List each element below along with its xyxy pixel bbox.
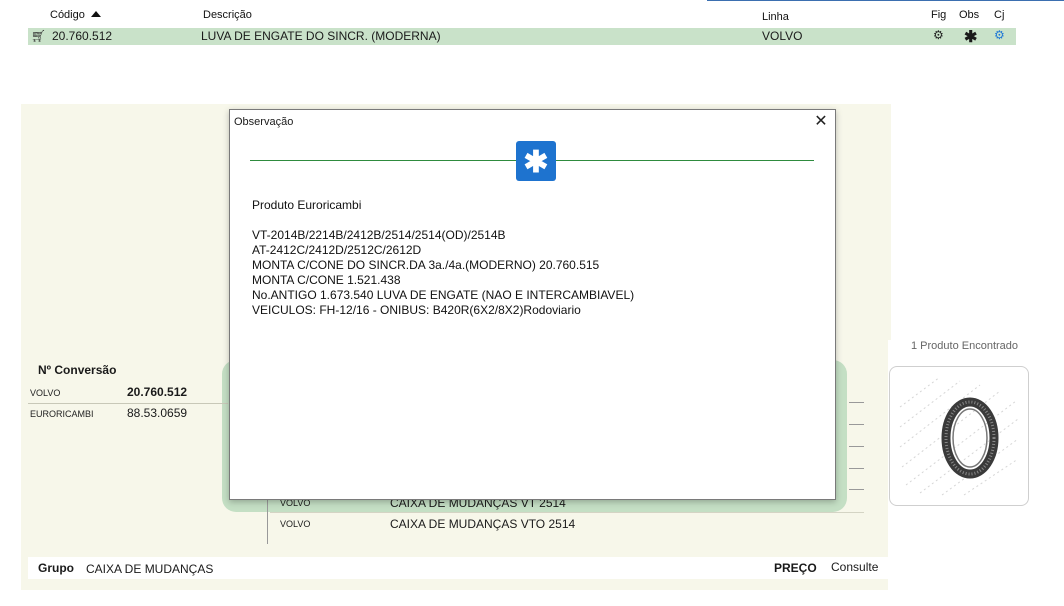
gear-icon[interactable]: ⚙ [933, 28, 944, 42]
conversion-brand: EURORICAMBI [30, 409, 94, 419]
dialog-line: VEICULOS: FH-12/16 - ONIBUS: B420R(6X2/8… [252, 303, 581, 317]
col-header-linha[interactable]: Linha [762, 11, 789, 23]
observation-dialog: Observação ✕ ✱ Produto Euroricambi VT-20… [229, 109, 836, 500]
divider [270, 512, 864, 513]
col-header-obs: Obs [959, 9, 980, 21]
row-descricao: LUVA DE ENGATE DO SINCR. (MODERNA) [201, 29, 441, 43]
application-row[interactable]: VOLVO CAIXA DE MUDANÇAS VTO 2514 [280, 517, 860, 533]
preco-value[interactable]: Consulte [831, 560, 878, 574]
dialog-line-spacer [252, 213, 822, 228]
dialog-line: No.ANTIGO 1.673.540 LUVA DE ENGATE (NAO … [252, 288, 635, 302]
dialog-line: VT-2014B/2214B/2412B/2514/2514(OD)/2514B [252, 228, 506, 242]
grupo-value: CAIXA DE MUDANÇAS [86, 562, 214, 576]
asterisk-icon: ✱ [516, 141, 556, 181]
grupo-label: Grupo [38, 561, 74, 575]
sort-asc-icon [90, 11, 101, 17]
divider [849, 489, 864, 490]
conversion-brand: VOLVO [30, 388, 61, 398]
dialog-line: Produto Euroricambi [252, 198, 362, 212]
preco-label: PREÇO [774, 561, 817, 575]
divider [556, 160, 814, 161]
col-header-fig: Fig [931, 9, 947, 21]
divider [849, 446, 864, 447]
product-image[interactable] [889, 366, 1029, 506]
divider [849, 424, 864, 425]
row-codigo: 20.760.512 [52, 29, 113, 43]
dialog-line: MONTA C/CONE DO SINCR.DA 3a./4a.(MODERNO… [252, 258, 600, 272]
dialog-line: MONTA C/CONE 1.521.438 [252, 273, 401, 287]
conversion-code: 20.760.512 [127, 385, 188, 399]
product-row[interactable]: 🛒︎ 20.760.512 LUVA DE ENGATE DO SINCR. (… [28, 27, 1016, 47]
dialog-body: Produto Euroricambi VT-2014B/2214B/2412B… [252, 198, 822, 318]
col-header-cj: Cj [994, 9, 1005, 21]
dialog-title: Observação [234, 116, 294, 128]
close-icon[interactable]: ✕ [812, 113, 830, 131]
col-header-descricao[interactable]: Descrição [203, 9, 252, 21]
dialog-line: AT-2412C/2412D/2512C/2612D [252, 243, 422, 257]
application-brand: VOLVO [280, 519, 311, 529]
application-desc: CAIXA DE MUDANÇAS VTO 2514 [390, 517, 576, 531]
col-header-codigo[interactable]: Código [50, 9, 101, 21]
conversion-code: 88.53.0659 [127, 406, 188, 420]
divider [849, 402, 864, 403]
results-count: 1 Produto Encontrado [911, 340, 1019, 352]
divider [849, 468, 864, 469]
row-linha: VOLVO [762, 29, 803, 43]
asterisk-icon[interactable]: ✱ [964, 27, 977, 47]
gears-icon[interactable]: ⚙ [994, 28, 1005, 42]
ring-illustration [899, 376, 1019, 496]
conversion-title: Nº Conversão [38, 363, 117, 377]
divider [28, 403, 228, 404]
cart-icon[interactable]: 🛒︎ [31, 29, 46, 43]
top-border-line [707, 0, 1064, 1]
divider [250, 160, 516, 161]
